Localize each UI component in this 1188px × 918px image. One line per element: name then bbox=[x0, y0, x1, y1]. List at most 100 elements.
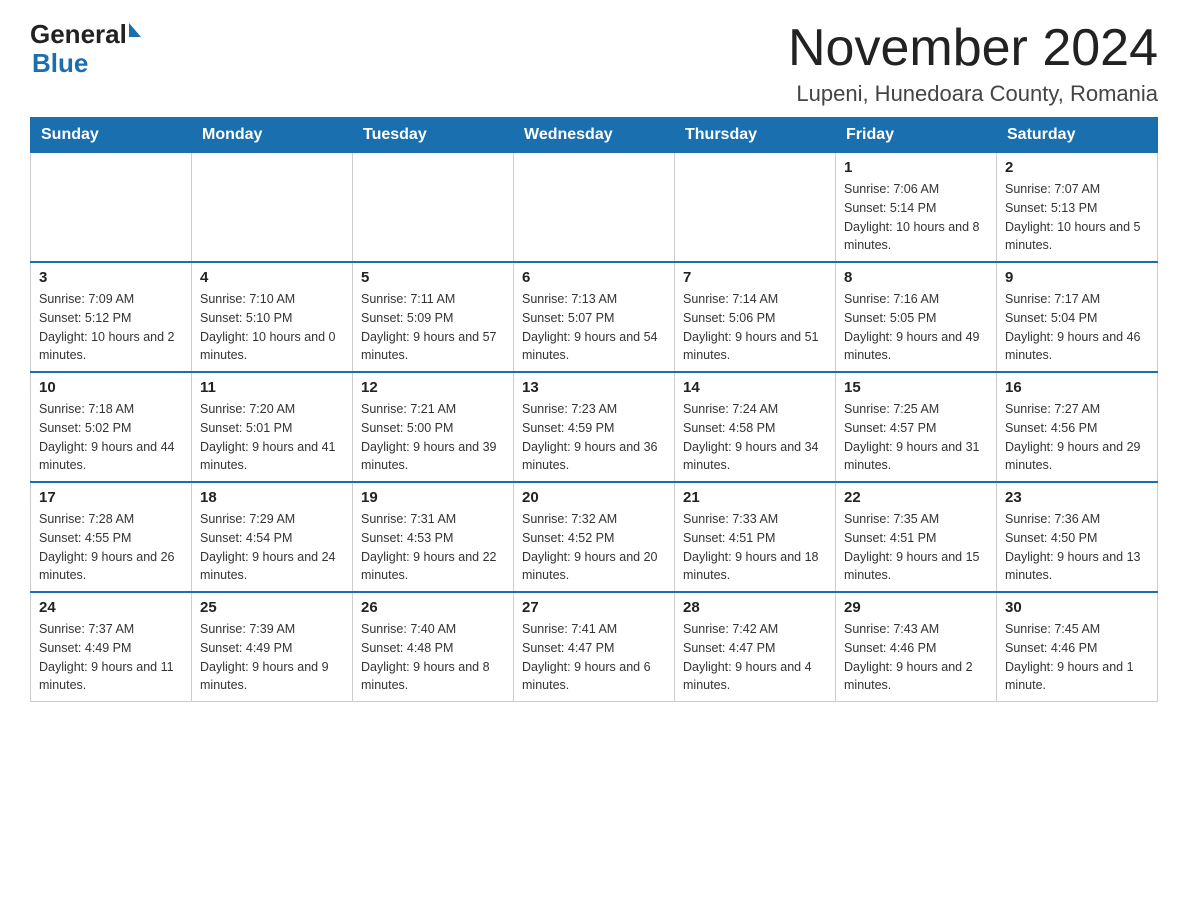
calendar-cell: 25Sunrise: 7:39 AMSunset: 4:49 PMDayligh… bbox=[192, 592, 353, 702]
day-info: Sunrise: 7:40 AMSunset: 4:48 PMDaylight:… bbox=[361, 620, 505, 695]
calendar-cell: 24 Sunrise: 7:37 AMSunset: 4:49 PMDayligh… bbox=[31, 592, 192, 702]
day-number: 26 bbox=[361, 599, 505, 616]
day-number: 14 bbox=[683, 379, 827, 396]
calendar-cell: 9Sunrise: 7:17 AMSunset: 5:04 PMDaylight… bbox=[997, 262, 1158, 372]
day-info: Sunrise: 7:10 AMSunset: 5:10 PMDaylight:… bbox=[200, 290, 344, 365]
day-number: 25 bbox=[200, 599, 344, 616]
day-info: Sunrise: 7:09 AMSunset: 5:12 PMDaylight:… bbox=[39, 290, 183, 365]
calendar-week-row: 24 Sunrise: 7:37 AMSunset: 4:49 PMDayligh… bbox=[31, 592, 1158, 702]
day-info: Sunrise: 7:21 AMSunset: 5:00 PMDaylight:… bbox=[361, 400, 505, 475]
day-info: Sunrise: 7:43 AMSunset: 4:46 PMDaylight:… bbox=[844, 620, 988, 695]
calendar-cell bbox=[192, 153, 353, 263]
day-number: 29 bbox=[844, 599, 988, 616]
calendar-cell: 18 Sunrise: 7:29 AMSunset: 4:54 PMDayligh… bbox=[192, 482, 353, 592]
day-number: 16 bbox=[1005, 379, 1149, 396]
calendar-cell: 1 Sunrise: 7:06 AMSunset: 5:14 PMDaylight… bbox=[836, 153, 997, 263]
calendar-cell: 12 Sunrise: 7:21 AMSunset: 5:00 PMDayligh… bbox=[353, 372, 514, 482]
calendar-cell: 7Sunrise: 7:14 AMSunset: 5:06 PMDaylight… bbox=[675, 262, 836, 372]
header-sunday: Sunday bbox=[31, 118, 192, 153]
month-title: November 2024 bbox=[788, 20, 1158, 77]
day-number: 1 bbox=[844, 159, 988, 176]
location-title: Lupeni, Hunedoara County, Romania bbox=[788, 81, 1158, 107]
page-header: General Blue November 2024 Lupeni, Huned… bbox=[30, 20, 1158, 107]
day-number: 21 bbox=[683, 489, 827, 506]
day-info: Sunrise: 7:14 AMSunset: 5:06 PMDaylight:… bbox=[683, 290, 827, 365]
calendar-cell: 6 Sunrise: 7:13 AMSunset: 5:07 PMDaylight… bbox=[514, 262, 675, 372]
day-info: Sunrise: 7:29 AMSunset: 4:54 PMDaylight:… bbox=[200, 510, 344, 585]
day-number: 4 bbox=[200, 269, 344, 286]
day-info: Sunrise: 7:42 AMSunset: 4:47 PMDaylight:… bbox=[683, 620, 827, 695]
calendar-table: SundayMondayTuesdayWednesdayThursdayFrid… bbox=[30, 117, 1158, 702]
calendar-week-row: 10 Sunrise: 7:18 AMSunset: 5:02 PMDayligh… bbox=[31, 372, 1158, 482]
calendar-cell: 29 Sunrise: 7:43 AMSunset: 4:46 PMDayligh… bbox=[836, 592, 997, 702]
day-number: 23 bbox=[1005, 489, 1149, 506]
day-info: Sunrise: 7:18 AMSunset: 5:02 PMDaylight:… bbox=[39, 400, 183, 475]
day-info: Sunrise: 7:32 AMSunset: 4:52 PMDaylight:… bbox=[522, 510, 666, 585]
day-info: Sunrise: 7:11 AMSunset: 5:09 PMDaylight:… bbox=[361, 290, 505, 365]
day-number: 13 bbox=[522, 379, 666, 396]
calendar-cell: 28 Sunrise: 7:42 AMSunset: 4:47 PMDayligh… bbox=[675, 592, 836, 702]
day-number: 12 bbox=[361, 379, 505, 396]
calendar-cell bbox=[353, 153, 514, 263]
calendar-cell: 30 Sunrise: 7:45 AMSunset: 4:46 PMDayligh… bbox=[997, 592, 1158, 702]
calendar-header-row: SundayMondayTuesdayWednesdayThursdayFrid… bbox=[31, 118, 1158, 153]
calendar-cell: 16 Sunrise: 7:27 AMSunset: 4:56 PMDayligh… bbox=[997, 372, 1158, 482]
calendar-cell: 17Sunrise: 7:28 AMSunset: 4:55 PMDayligh… bbox=[31, 482, 192, 592]
logo-general: General bbox=[30, 20, 127, 49]
day-number: 10 bbox=[39, 379, 183, 396]
day-number: 3 bbox=[39, 269, 183, 286]
calendar-cell bbox=[31, 153, 192, 263]
title-area: November 2024 Lupeni, Hunedoara County, … bbox=[788, 20, 1158, 107]
calendar-cell: 8Sunrise: 7:16 AMSunset: 5:05 PMDaylight… bbox=[836, 262, 997, 372]
header-saturday: Saturday bbox=[997, 118, 1158, 153]
calendar-cell: 19 Sunrise: 7:31 AMSunset: 4:53 PMDayligh… bbox=[353, 482, 514, 592]
day-number: 9 bbox=[1005, 269, 1149, 286]
day-info: Sunrise: 7:45 AMSunset: 4:46 PMDaylight:… bbox=[1005, 620, 1149, 695]
day-info: Sunrise: 7:20 AMSunset: 5:01 PMDaylight:… bbox=[200, 400, 344, 475]
calendar-cell bbox=[514, 153, 675, 263]
header-monday: Monday bbox=[192, 118, 353, 153]
calendar-cell: 21 Sunrise: 7:33 AMSunset: 4:51 PMDayligh… bbox=[675, 482, 836, 592]
calendar-cell: 10 Sunrise: 7:18 AMSunset: 5:02 PMDayligh… bbox=[31, 372, 192, 482]
day-info: Sunrise: 7:33 AMSunset: 4:51 PMDaylight:… bbox=[683, 510, 827, 585]
day-number: 6 bbox=[522, 269, 666, 286]
day-number: 28 bbox=[683, 599, 827, 616]
day-info: Sunrise: 7:37 AMSunset: 4:49 PMDaylight:… bbox=[39, 620, 183, 695]
calendar-cell: 20 Sunrise: 7:32 AMSunset: 4:52 PMDayligh… bbox=[514, 482, 675, 592]
day-number: 20 bbox=[522, 489, 666, 506]
day-info: Sunrise: 7:31 AMSunset: 4:53 PMDaylight:… bbox=[361, 510, 505, 585]
header-thursday: Thursday bbox=[675, 118, 836, 153]
calendar-cell: 22 Sunrise: 7:35 AMSunset: 4:51 PMDayligh… bbox=[836, 482, 997, 592]
day-info: Sunrise: 7:24 AMSunset: 4:58 PMDaylight:… bbox=[683, 400, 827, 475]
day-number: 27 bbox=[522, 599, 666, 616]
logo-blue: Blue bbox=[32, 49, 88, 78]
calendar-cell: 23 Sunrise: 7:36 AMSunset: 4:50 PMDayligh… bbox=[997, 482, 1158, 592]
day-info: Sunrise: 7:41 AMSunset: 4:47 PMDaylight:… bbox=[522, 620, 666, 695]
calendar-cell: 4 Sunrise: 7:10 AMSunset: 5:10 PMDaylight… bbox=[192, 262, 353, 372]
day-number: 30 bbox=[1005, 599, 1149, 616]
day-number: 5 bbox=[361, 269, 505, 286]
header-friday: Friday bbox=[836, 118, 997, 153]
day-info: Sunrise: 7:16 AMSunset: 5:05 PMDaylight:… bbox=[844, 290, 988, 365]
calendar-cell: 3 Sunrise: 7:09 AMSunset: 5:12 PMDaylight… bbox=[31, 262, 192, 372]
day-number: 11 bbox=[200, 379, 344, 396]
day-number: 18 bbox=[200, 489, 344, 506]
calendar-week-row: 17Sunrise: 7:28 AMSunset: 4:55 PMDayligh… bbox=[31, 482, 1158, 592]
logo: General Blue bbox=[30, 20, 141, 77]
day-info: Sunrise: 7:06 AMSunset: 5:14 PMDaylight:… bbox=[844, 180, 988, 255]
day-number: 2 bbox=[1005, 159, 1149, 176]
calendar-cell: 5 Sunrise: 7:11 AMSunset: 5:09 PMDaylight… bbox=[353, 262, 514, 372]
day-number: 22 bbox=[844, 489, 988, 506]
calendar-cell: 27 Sunrise: 7:41 AMSunset: 4:47 PMDayligh… bbox=[514, 592, 675, 702]
day-info: Sunrise: 7:36 AMSunset: 4:50 PMDaylight:… bbox=[1005, 510, 1149, 585]
day-number: 19 bbox=[361, 489, 505, 506]
calendar-cell: 13 Sunrise: 7:23 AMSunset: 4:59 PMDayligh… bbox=[514, 372, 675, 482]
day-info: Sunrise: 7:27 AMSunset: 4:56 PMDaylight:… bbox=[1005, 400, 1149, 475]
header-tuesday: Tuesday bbox=[353, 118, 514, 153]
day-number: 24 bbox=[39, 599, 183, 616]
day-info: Sunrise: 7:23 AMSunset: 4:59 PMDaylight:… bbox=[522, 400, 666, 475]
day-info: Sunrise: 7:13 AMSunset: 5:07 PMDaylight:… bbox=[522, 290, 666, 365]
calendar-week-row: 1 Sunrise: 7:06 AMSunset: 5:14 PMDaylight… bbox=[31, 153, 1158, 263]
logo-triangle-icon bbox=[129, 23, 141, 37]
day-info: Sunrise: 7:35 AMSunset: 4:51 PMDaylight:… bbox=[844, 510, 988, 585]
